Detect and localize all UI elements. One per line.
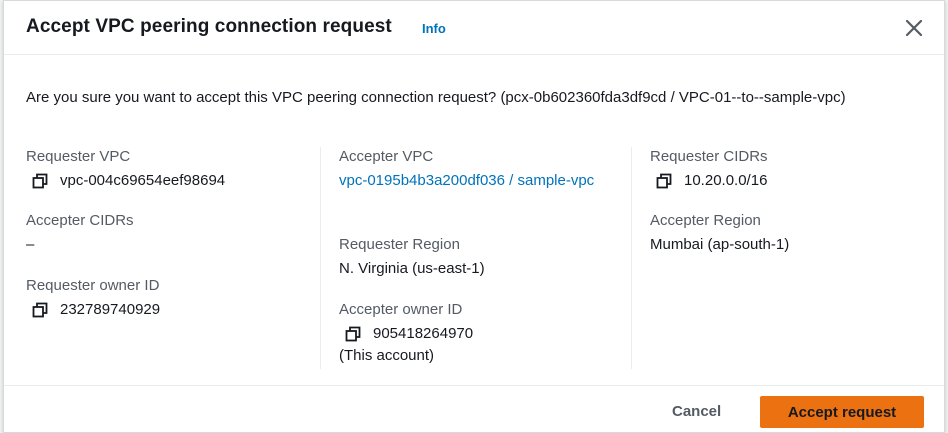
requester-region-label: Requester Region	[339, 236, 460, 253]
accepter-owner-id-label: Accepter owner ID	[339, 301, 463, 318]
accepter-region-value: Mumbai (ap-south-1)	[650, 236, 790, 253]
modal-header: Accept VPC peering connection request In…	[4, 1, 944, 55]
accepter-cidrs-value: –	[26, 236, 35, 253]
copy-icon[interactable]	[32, 173, 48, 189]
accepter-vpc-label: Accepter VPC	[339, 148, 434, 165]
cancel-button[interactable]: Cancel	[660, 398, 733, 426]
accepter-owner-id-value: 905418264970	[373, 325, 474, 342]
requester-vpc-value: vpc-004c69654eef98694	[60, 172, 226, 189]
requester-cidrs-value: 10.20.0.0/16	[684, 172, 768, 189]
accepter-owner-id-field: Accepter owner ID 905418264970 (This acc…	[339, 300, 629, 367]
requester-owner-id-label: Requester owner ID	[26, 277, 160, 294]
accept-request-button[interactable]: Accept request	[760, 396, 924, 428]
column-divider	[631, 147, 632, 369]
requester-region-field: Requester Region N. Virginia (us-east-1)	[339, 235, 629, 280]
modal-title: Accept VPC peering connection request	[26, 16, 392, 37]
modal-footer: Cancel Accept request	[4, 385, 944, 433]
accepter-vpc-field: Accepter VPC vpc-0195b4b3a200df036 / sam…	[339, 147, 629, 192]
copy-icon[interactable]	[345, 326, 361, 342]
requester-cidrs-field: Requester CIDRs 10.20.0.0/16	[650, 147, 940, 192]
requester-vpc-field: Requester VPC vpc-004c69654eef98694	[26, 147, 316, 192]
this-account-note: (This account)	[339, 347, 435, 364]
accept-peering-modal: Accept VPC peering connection request In…	[3, 0, 945, 433]
requester-vpc-label: Requester VPC	[26, 148, 131, 165]
accepter-vpc-link[interactable]: vpc-0195b4b3a200df036 / sample-vpc	[339, 170, 594, 192]
requester-region-value: N. Virginia (us-east-1)	[339, 260, 485, 277]
column-divider	[320, 147, 321, 369]
requester-owner-id-value: 232789740929	[60, 301, 161, 318]
copy-icon[interactable]	[32, 302, 48, 318]
close-button[interactable]	[904, 18, 924, 38]
info-link[interactable]: Info	[422, 21, 446, 36]
close-icon	[905, 19, 923, 37]
accepter-region-label: Accepter Region	[650, 212, 761, 229]
requester-cidrs-label: Requester CIDRs	[650, 148, 768, 165]
accepter-cidrs-field: Accepter CIDRs –	[26, 211, 316, 256]
accepter-cidrs-label: Accepter CIDRs	[26, 212, 134, 229]
requester-owner-id-field: Requester owner ID 232789740929	[26, 276, 316, 321]
copy-icon[interactable]	[656, 173, 672, 189]
accepter-region-field: Accepter Region Mumbai (ap-south-1)	[650, 211, 940, 256]
confirmation-question: Are you sure you want to accept this VPC…	[26, 89, 846, 106]
